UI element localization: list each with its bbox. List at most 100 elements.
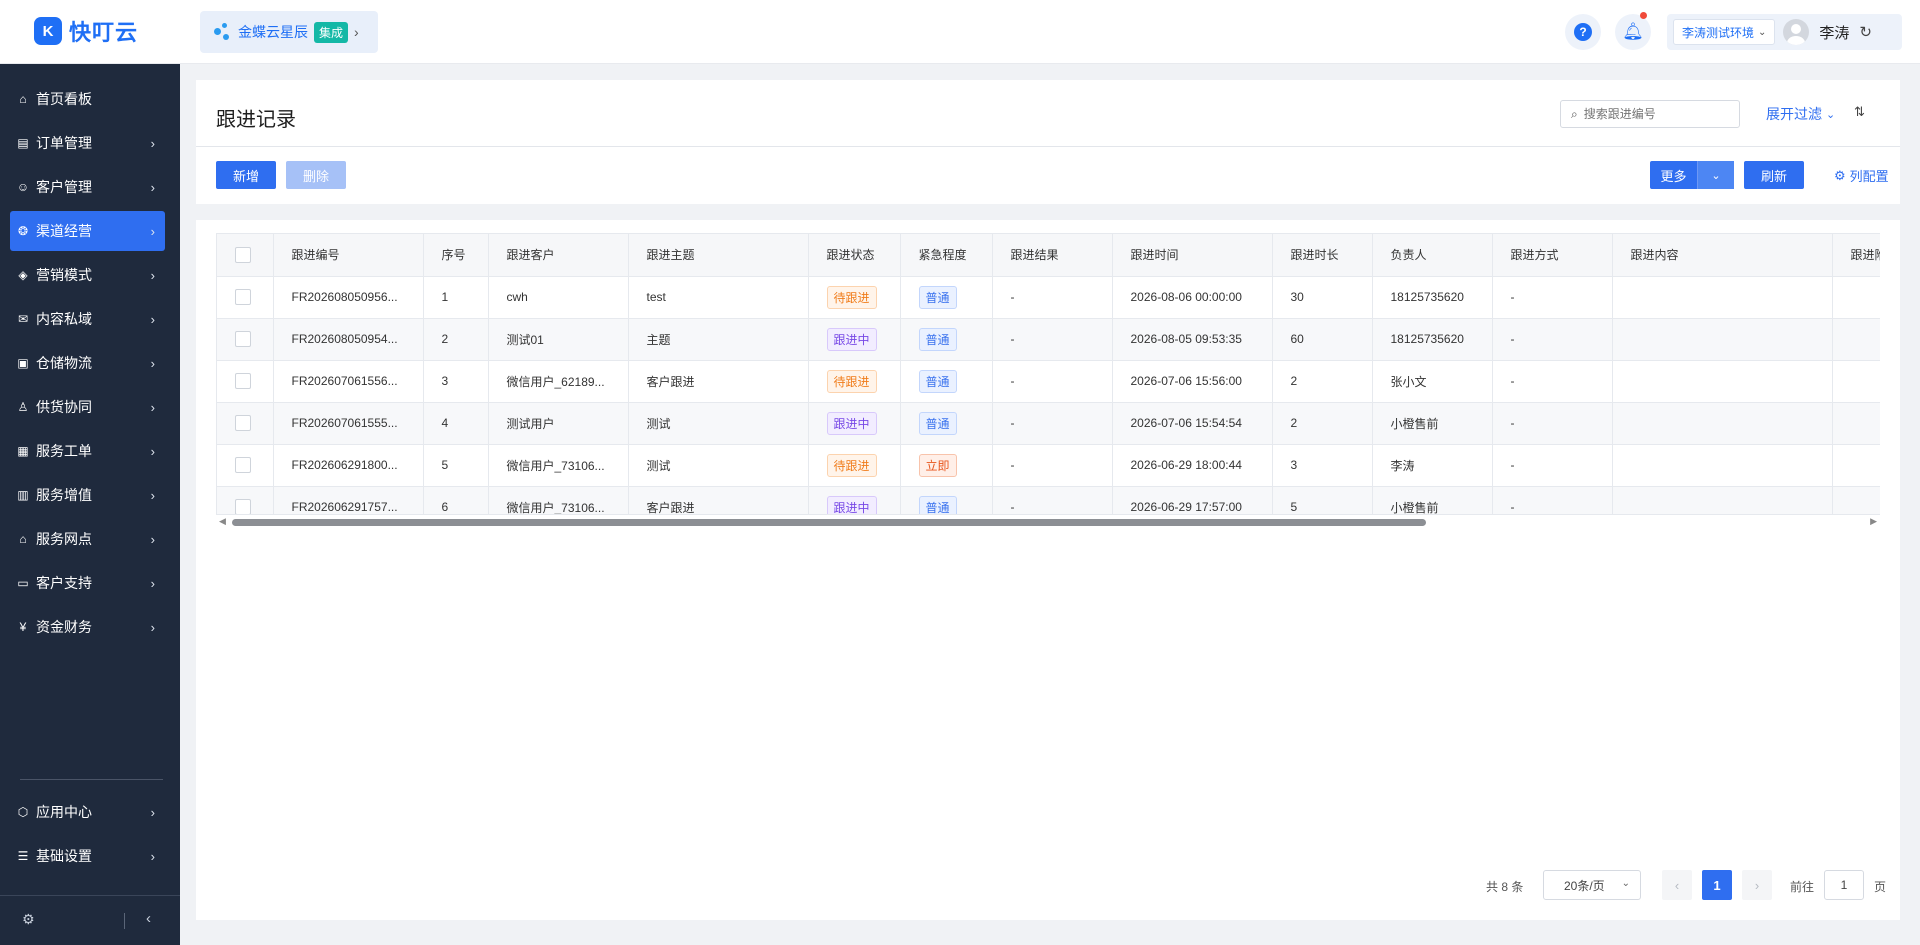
goto-page-input[interactable]: 1	[1824, 870, 1864, 900]
sort-icon[interactable]: ⇅	[1854, 104, 1865, 120]
sidebar-item-tickets[interactable]: ▦ 服务工单 ›	[10, 431, 165, 471]
cell-no: 4	[423, 402, 489, 445]
add-button[interactable]: 新增	[216, 161, 276, 189]
main-panel: 跟进记录 ⌕ 展开过滤 ⌄ ⇅ 新增 删除 更多 ⌄ 刷新 ⚙ 列配置	[180, 80, 1904, 920]
row-checkbox[interactable]	[235, 373, 251, 389]
cell-method: -	[1492, 360, 1613, 403]
prev-page-button[interactable]: ‹	[1662, 870, 1692, 900]
sidebar-item-outlets[interactable]: ⌂ 服务网点 ›	[10, 519, 165, 559]
column-header[interactable]: 跟进内容	[1612, 234, 1833, 277]
column-header[interactable]: 跟进主题	[628, 234, 809, 277]
page-size-select[interactable]: 20条/页 ⌄	[1543, 870, 1641, 900]
sidebar-item-support[interactable]: ▭ 客户支持 ›	[10, 563, 165, 603]
column-header[interactable]: 跟进客户	[488, 234, 629, 277]
sidebar-item-app-center[interactable]: ⬡ 应用中心 ›	[10, 792, 165, 832]
cell-subject: 客户跟进	[628, 360, 809, 403]
collapse-sidebar-icon[interactable]: ‹	[146, 910, 151, 927]
expand-filter-toggle[interactable]: 展开过滤 ⌄	[1766, 104, 1835, 124]
cell-duration: 2	[1272, 402, 1373, 445]
scrollbar-thumb[interactable]	[232, 519, 1426, 526]
chevron-right-icon: ›	[150, 267, 155, 283]
cell-duration: 30	[1272, 276, 1373, 319]
sidebar-footer: ⚙ ‹	[0, 895, 180, 945]
page-number-button[interactable]: 1	[1702, 870, 1732, 900]
chevron-down-icon[interactable]: ⌄	[1698, 161, 1734, 189]
cell-customer: 微信用户_62189...	[488, 360, 629, 403]
horizontal-scrollbar[interactable]: ◀ ▶	[216, 515, 1880, 529]
table-row[interactable]: FR202608050954... 2 测试01 主题 跟进中 普通 -2026-08-05…	[217, 318, 1880, 361]
sidebar-item-warehouse[interactable]: ▣ 仓储物流 ›	[10, 343, 165, 383]
cell-no: 3	[423, 360, 489, 403]
table-row[interactable]: FR202606291800... 5 微信用户_73106... 测试 待跟进 立即 -2…	[217, 444, 1880, 487]
sidebar-item-finance[interactable]: ¥ 资金财务 ›	[10, 607, 165, 647]
sidebar-item-marketing[interactable]: ◈ 营销模式 ›	[10, 255, 165, 295]
column-header[interactable]: 序号	[423, 234, 489, 277]
sidebar-item-basic-settings[interactable]: ☰ 基础设置 ›	[10, 836, 165, 876]
cell-owner: 18125735620	[1372, 318, 1493, 361]
sidebar-item-supply[interactable]: ♙ 供货协同 ›	[10, 387, 165, 427]
sidebar-item-label: 订单管理	[36, 135, 92, 151]
delete-button[interactable]: 删除	[286, 161, 346, 189]
row-checkbox[interactable]	[235, 331, 251, 347]
column-header[interactable]: 负责人	[1372, 234, 1493, 277]
scroll-left-icon[interactable]: ◀	[219, 516, 226, 527]
integration-brand-chip[interactable]: 金蝶云星辰 集成 ›	[200, 11, 378, 53]
cell-code: FR202607061555...	[273, 402, 424, 445]
cell-status: 跟进中	[808, 486, 901, 514]
table-row[interactable]: FR202606291757... 6 微信用户_73106... 客户跟进 跟进中 普通…	[217, 486, 1880, 514]
column-header[interactable]: 跟进附	[1832, 234, 1880, 277]
help-button[interactable]: ?	[1565, 14, 1601, 50]
row-checkbox[interactable]	[235, 415, 251, 431]
column-header[interactable]: 紧急程度	[900, 234, 993, 277]
more-dropdown-button[interactable]: 更多 ⌄	[1650, 161, 1734, 189]
user-icon: ☺	[16, 180, 30, 194]
help-icon: ?	[1574, 23, 1592, 41]
chevron-right-icon: ›	[150, 399, 155, 415]
column-header[interactable]: 跟进结果	[992, 234, 1113, 277]
table-row[interactable]: FR202607061555... 4 测试用户 测试 跟进中 普通 -2026-07-06…	[217, 402, 1880, 445]
column-header[interactable]: 跟进时间	[1112, 234, 1273, 277]
chevron-down-icon: ⌄	[1826, 108, 1836, 121]
cell-code: FR202606291757...	[273, 486, 424, 514]
sidebar-item-label: 客户管理	[36, 179, 92, 195]
environment-select[interactable]: 李涛测试环境 ⌄	[1673, 19, 1776, 45]
urgency-badge: 普通	[918, 285, 957, 309]
cell-status: 待跟进	[808, 360, 901, 403]
table-row[interactable]: FR202608050956... 1 cwh test 待跟进 普通 -2026-08-0…	[217, 276, 1880, 319]
avatar[interactable]	[1783, 19, 1810, 45]
refresh-button[interactable]: 刷新	[1744, 161, 1804, 189]
sidebar-item-customers[interactable]: ☺ 客户管理 ›	[10, 167, 165, 207]
sidebar-item-label: 服务增值	[36, 487, 92, 503]
notification-button[interactable]: 🔔︎	[1615, 12, 1651, 50]
status-badge: 待跟进	[826, 285, 877, 309]
row-checkbox[interactable]	[235, 289, 251, 305]
sidebar-item-label: 仓储物流	[36, 355, 92, 371]
sidebar-item-content[interactable]: ✉ 内容私域 ›	[10, 299, 165, 339]
column-header[interactable]: 跟进状态	[808, 234, 901, 277]
row-checkbox[interactable]	[235, 457, 251, 473]
cell-content	[1612, 444, 1833, 487]
sidebar-gear-icon[interactable]: ⚙	[22, 911, 35, 928]
urgency-badge: 普通	[918, 411, 957, 435]
sidebar-item-channels[interactable]: ❂ 渠道经营 ›	[10, 211, 165, 251]
user-name[interactable]: 李涛	[1819, 22, 1849, 43]
next-page-button[interactable]: ›	[1742, 870, 1772, 900]
column-header[interactable]: 跟进方式	[1492, 234, 1613, 277]
row-checkbox[interactable]	[235, 499, 251, 514]
urgency-badge: 普通	[918, 495, 957, 514]
refresh-icon[interactable]: ↻	[1859, 23, 1872, 41]
app-logo[interactable]: K 快叮云	[34, 16, 138, 46]
sidebar-item-dashboard[interactable]: ⌂ 首页看板	[10, 79, 165, 119]
sidebar-item-value-added[interactable]: ▥ 服务增值 ›	[10, 475, 165, 515]
select-all-checkbox[interactable]	[235, 246, 251, 263]
sidebar-item-orders[interactable]: ▤ 订单管理 ›	[10, 123, 165, 163]
column-header[interactable]: 跟进时长	[1272, 234, 1373, 277]
cell-time: 2026-07-06 15:56:00	[1112, 360, 1273, 403]
search-input[interactable]	[1583, 107, 1724, 121]
column-header[interactable]: 跟进编号	[273, 234, 424, 277]
supply-icon: ♙	[17, 400, 29, 414]
table-row[interactable]: FR202607061556... 3 微信用户_62189... 客户跟进 待跟进 普通…	[217, 360, 1880, 403]
scroll-right-icon[interactable]: ▶	[1870, 516, 1877, 527]
column-config-button[interactable]: ⚙ 列配置	[1834, 166, 1889, 185]
cell-subject: 测试	[628, 402, 809, 445]
